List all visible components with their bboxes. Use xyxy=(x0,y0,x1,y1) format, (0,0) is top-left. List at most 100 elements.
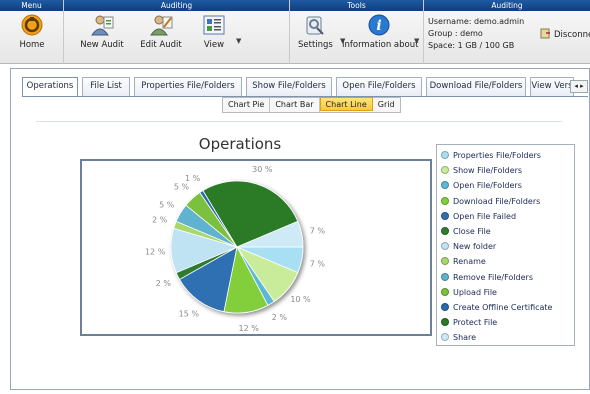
view-dropdown-icon[interactable]: ▼ xyxy=(236,37,241,45)
pie-slice-label: 2 % xyxy=(156,279,172,288)
pie-slice-label: 2 % xyxy=(152,215,168,224)
legend-label: Show File/Folders xyxy=(453,166,523,176)
legend-item[interactable]: Open File/Folders xyxy=(441,178,570,193)
information-button[interactable]: i Information about xyxy=(342,14,419,50)
legend-swatch-icon xyxy=(441,302,449,311)
legend-label: Download File/Folders xyxy=(453,196,541,206)
legend-swatch-icon xyxy=(441,166,449,175)
pie-slice-label: 5 % xyxy=(174,183,190,192)
ribbon-group-menu: Menu Home xyxy=(0,0,64,64)
home-button-label: Home xyxy=(19,40,45,50)
tab-show-file-folders[interactable]: Show File/Folders xyxy=(246,77,332,96)
chart-bar-button[interactable]: Chart Bar xyxy=(270,98,320,112)
legend-label: Open File/Folders xyxy=(453,181,522,191)
chart-legend: Properties File/Folders Show File/Folders… xyxy=(436,144,575,346)
legend-swatch-icon xyxy=(441,318,449,327)
username-text: Username: demo.admin xyxy=(428,17,525,26)
legend-item[interactable]: Properties File/Folders xyxy=(441,148,570,163)
ribbon-group-title: Auditing xyxy=(64,0,289,11)
legend-swatch-icon xyxy=(441,226,449,235)
view-label: View xyxy=(203,40,225,50)
ribbon-group-title: Menu xyxy=(0,0,63,11)
tab-view-versions[interactable]: View Vers xyxy=(530,77,574,96)
pie-slice-label: 2 % xyxy=(272,313,288,322)
legend-item[interactable]: Share xyxy=(441,330,570,345)
edit-audit-label: Edit Audit xyxy=(140,40,182,50)
settings-label: Settings xyxy=(298,40,333,50)
view-mode-switcher: Chart Pie Chart Bar Chart Line Grid xyxy=(222,97,401,113)
disconnect-button[interactable]: Disconne xyxy=(540,28,590,40)
separator-line xyxy=(36,121,562,122)
legend-item[interactable]: Upload File xyxy=(441,285,570,300)
tab-open-file-folders[interactable]: Open File/Folders xyxy=(336,77,422,96)
legend-item[interactable]: Create Offline Certificate xyxy=(441,300,570,315)
legend-swatch-icon xyxy=(441,181,449,190)
legend-label: Upload File xyxy=(453,287,497,297)
tab-properties-file-folders[interactable]: Properties File/Folders xyxy=(134,77,242,96)
home-icon xyxy=(21,14,43,36)
view-button[interactable]: View xyxy=(194,14,234,50)
pie-slice-label: 10 % xyxy=(290,295,311,304)
tab-file-list[interactable]: File List xyxy=(82,77,130,96)
grid-button[interactable]: Grid xyxy=(373,98,400,112)
ribbon-group-tools: Tools Settings ▼ i Information about ▼ xyxy=(290,0,424,64)
group-text: Group : demo xyxy=(428,29,483,38)
legend-item[interactable]: Protect File xyxy=(441,315,570,330)
legend-label: Rename xyxy=(453,257,486,267)
legend-label: New folder xyxy=(453,242,497,252)
edit-audit-icon xyxy=(150,15,173,36)
legend-item[interactable]: Show File/Folders xyxy=(441,163,570,178)
information-dropdown-icon[interactable]: ▼ xyxy=(414,37,419,45)
legend-label: Open File Failed xyxy=(453,211,517,221)
disconnect-icon xyxy=(540,28,550,39)
tab-scroll-buttons[interactable]: ◂ ▸ xyxy=(570,80,588,93)
pie-slice-label: 7 % xyxy=(310,227,326,236)
edit-audit-button[interactable]: Edit Audit xyxy=(136,14,186,50)
legend-swatch-icon xyxy=(441,196,449,205)
home-button[interactable]: Home xyxy=(10,14,54,50)
ribbon-group-account: Auditing Username: demo.admin Group : de… xyxy=(424,0,590,64)
new-audit-button[interactable]: New Audit xyxy=(76,14,128,50)
pie-slice-label: 30 % xyxy=(252,165,273,174)
ribbon-group-auditing: Auditing New Audit Edit Audit View ▼ xyxy=(64,0,290,64)
legend-swatch-icon xyxy=(441,287,449,296)
ribbon-toolbar: Menu Home Auditing New Audit Edit Audit … xyxy=(0,0,590,64)
legend-item[interactable]: New folder xyxy=(441,239,570,254)
settings-button[interactable]: Settings xyxy=(298,14,333,50)
legend-swatch-icon xyxy=(441,272,449,281)
settings-icon xyxy=(306,16,324,35)
legend-label: Close File xyxy=(453,226,491,236)
legend-swatch-icon xyxy=(441,151,449,159)
pie-chart: 7 %10 %2 %12 %15 %2 %12 %2 %5 %5 %1 %30 … xyxy=(145,165,326,333)
space-text: Space: 1 GB / 100 GB xyxy=(428,41,515,50)
information-label: Information about xyxy=(342,40,419,50)
ribbon-group-title: Tools xyxy=(290,0,423,11)
legend-label: Protect File xyxy=(453,318,498,328)
chart-title: Operations xyxy=(198,135,282,153)
chart-plot-area: 7 % 10 % 2 % 12 % 15 % 2 % 12 % 2 % 5 % 5 % 1 % 30 … xyxy=(80,159,432,336)
legend-item[interactable]: Close File xyxy=(441,224,570,239)
legend-label: Properties File/Folders xyxy=(453,151,541,160)
legend-label: Share xyxy=(453,333,477,343)
pie-slice-label: 7 % xyxy=(310,259,326,268)
disconnect-label: Disconne xyxy=(554,30,590,40)
pie-slice-label: 1 % xyxy=(185,174,201,183)
legend-swatch-icon xyxy=(441,211,449,220)
legend-item[interactable]: Remove File/Folders xyxy=(441,270,570,285)
new-audit-label: New Audit xyxy=(80,40,124,50)
legend-item[interactable]: Rename xyxy=(441,254,570,269)
legend-item[interactable]: Open File Failed xyxy=(441,209,570,224)
chart-line-button[interactable]: Chart Line xyxy=(319,97,373,111)
app-window: Menu Home Auditing New Audit Edit Audit … xyxy=(0,0,590,394)
legend-swatch-icon xyxy=(441,257,449,266)
tab-operations[interactable]: Operations xyxy=(22,77,78,97)
legend-label: Create Offline Certificate xyxy=(453,302,553,312)
tab-download-file-folders[interactable]: Download File/Folders xyxy=(426,77,526,96)
pie-slice-label: 15 % xyxy=(179,309,200,318)
view-icon xyxy=(203,15,225,35)
pie-slice-label: 5 % xyxy=(159,201,175,210)
legend-swatch-icon xyxy=(441,333,449,342)
svg-text:i: i xyxy=(376,18,381,34)
chart-pie-button[interactable]: Chart Pie xyxy=(223,98,271,112)
legend-item[interactable]: Download File/Folders xyxy=(441,194,570,209)
